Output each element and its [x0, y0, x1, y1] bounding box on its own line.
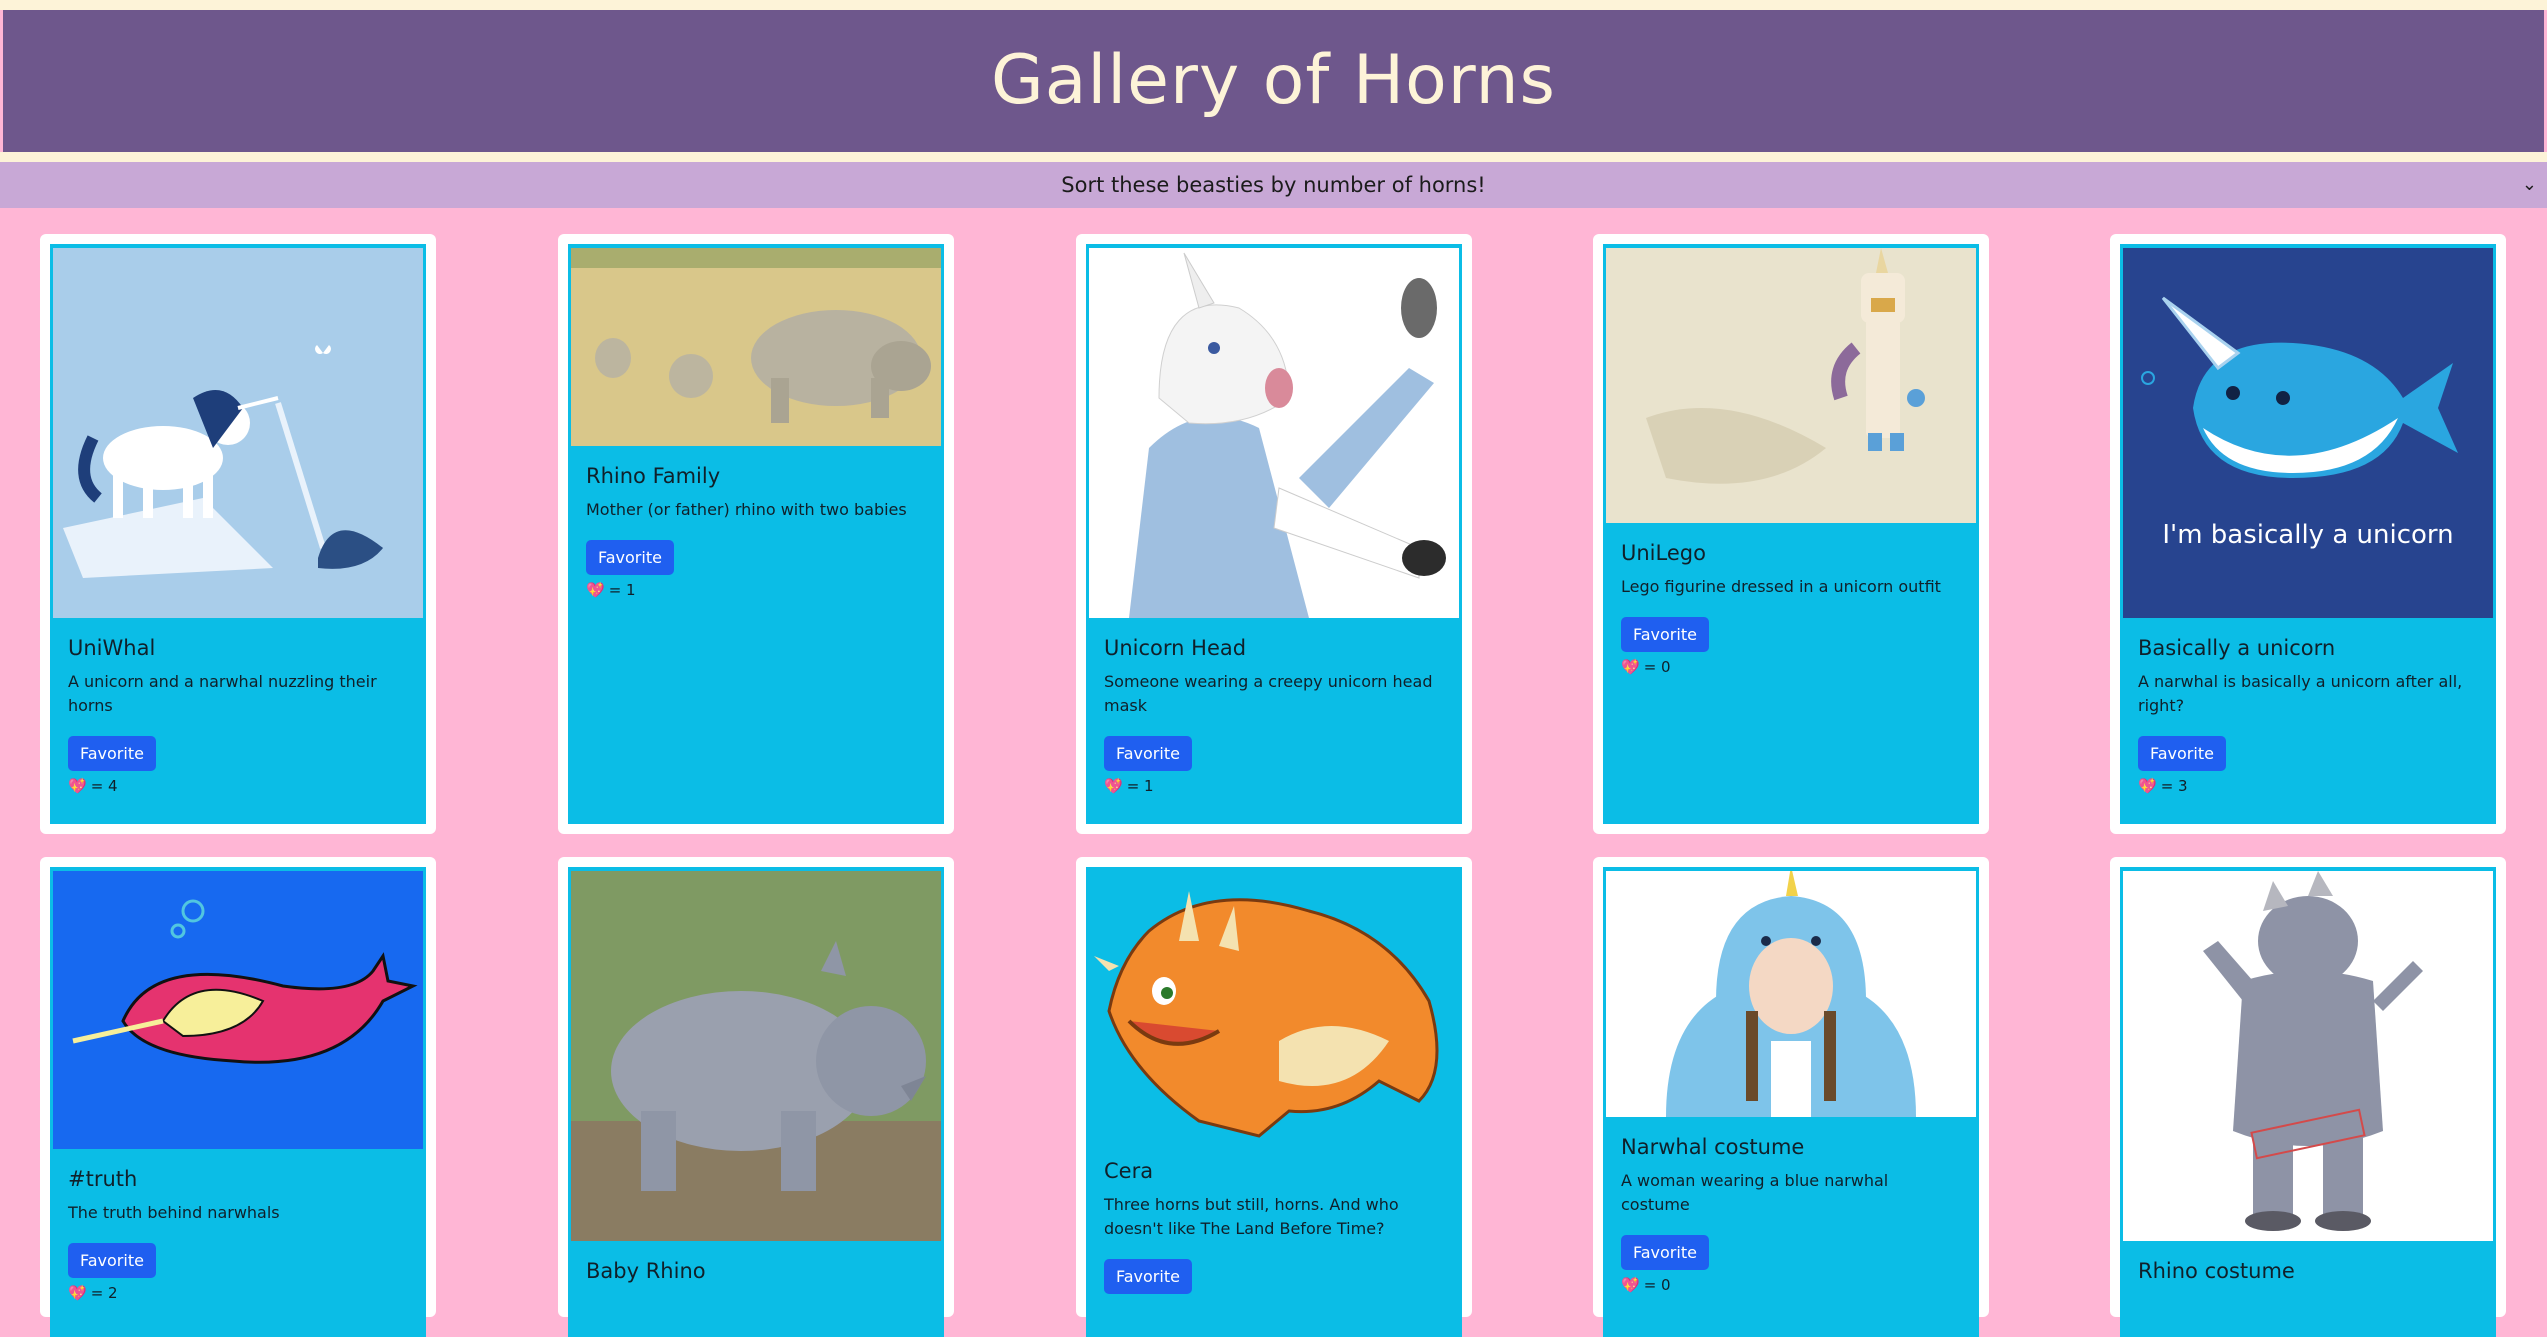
card-title: UniLego: [1621, 541, 1706, 565]
image-caption: I'm basically a unicorn: [2162, 520, 2453, 550]
heart-icon: 💖: [1621, 658, 1640, 676]
card-title: Rhino Family: [586, 464, 721, 488]
header-divider: [0, 152, 2547, 162]
favorite-button[interactable]: Favorite: [68, 1243, 156, 1278]
page-title: Gallery of Horns: [991, 41, 1556, 120]
heart-icon: 💖: [68, 1284, 87, 1302]
card-image: [53, 871, 423, 1149]
card-title: Rhino costume: [2138, 1259, 2295, 1283]
card-unicorn-head: Unicorn Head Someone wearing a creepy un…: [1076, 234, 1472, 834]
card-title: Narwhal costume: [1621, 1135, 1805, 1159]
page-header: Gallery of Horns: [3, 10, 2544, 152]
card-image: [1606, 248, 1976, 523]
card-description: Mother (or father) rhino with two babies: [586, 500, 907, 519]
favorite-button[interactable]: Favorite: [68, 736, 156, 771]
card-title: UniWhal: [68, 636, 156, 660]
chevron-down-icon: ⌄: [2521, 174, 2537, 195]
card-image: [53, 248, 423, 618]
favorite-button[interactable]: Favorite: [1621, 617, 1709, 652]
card-title: Cera: [1104, 1159, 1154, 1183]
card-image: [1089, 248, 1459, 618]
card-image: I'm basically a unicorn: [2123, 248, 2493, 618]
card-basically-a-unicorn: I'm basically a unicorn Basically a unic…: [2110, 234, 2506, 834]
heart-icon: 💖: [586, 581, 605, 599]
likes-count: 💖 = 4: [68, 777, 118, 795]
likes-count: 💖 = 1: [1104, 777, 1154, 795]
sort-select[interactable]: Sort these beasties by number of horns! …: [0, 162, 2547, 208]
likes-count: 💖 = 0: [1621, 1276, 1671, 1294]
card-description: Someone wearing a creepy unicorn head ma…: [1104, 672, 1433, 715]
card-description: Three horns but still, horns. And who do…: [1104, 1195, 1399, 1238]
card-description: A unicorn and a narwhal nuzzling their h…: [68, 672, 377, 715]
card-description: Lego figurine dressed in a unicorn outfi…: [1621, 577, 1941, 596]
likes-count: 💖 = 3: [2138, 777, 2188, 795]
card-title: Basically a unicorn: [2138, 636, 2336, 660]
card-description: A narwhal is basically a unicorn after a…: [2138, 672, 2463, 715]
card-narwhal-costume: Narwhal costume A woman wearing a blue n…: [1593, 857, 1989, 1337]
favorite-button[interactable]: Favorite: [2138, 736, 2226, 771]
card-description: The truth behind narwhals: [68, 1203, 280, 1222]
likes-count: 💖 = 2: [68, 1284, 118, 1302]
heart-icon: 💖: [1621, 1276, 1640, 1294]
card-image: [2123, 871, 2493, 1241]
heart-icon: 💖: [1104, 777, 1123, 795]
card-truth: #truth The truth behind narwhals Favorit…: [40, 857, 436, 1337]
card-rhino-costume: Rhino costume: [2110, 857, 2506, 1337]
favorite-button[interactable]: Favorite: [1104, 1259, 1192, 1294]
sort-select-label: Sort these beasties by number of horns!: [1061, 173, 1486, 197]
card-baby-rhino: Baby Rhino: [558, 857, 954, 1337]
favorite-button[interactable]: Favorite: [1621, 1235, 1709, 1270]
card-image: [1089, 871, 1459, 1141]
card-uniwhal: UniWhal A unicorn and a narwhal nuzzling…: [40, 234, 436, 834]
likes-count: 💖 = 1: [586, 581, 636, 599]
top-strip: [0, 0, 2547, 10]
card-title: Baby Rhino: [586, 1259, 706, 1283]
card-image: [1606, 871, 1976, 1117]
card-image: [571, 248, 941, 446]
favorite-button[interactable]: Favorite: [1104, 736, 1192, 771]
card-description: A woman wearing a blue narwhal costume: [1621, 1171, 1889, 1214]
card-title: Unicorn Head: [1104, 636, 1247, 660]
heart-icon: 💖: [2138, 777, 2157, 795]
favorite-button[interactable]: Favorite: [586, 540, 674, 575]
likes-count: 💖 = 0: [1621, 658, 1671, 676]
card-title: #truth: [68, 1167, 138, 1191]
card-image: [571, 871, 941, 1241]
card-rhino-family: Rhino Family Mother (or father) rhino wi…: [558, 234, 954, 834]
heart-icon: 💖: [68, 777, 87, 795]
card-cera: Cera Three horns but still, horns. And w…: [1076, 857, 1472, 1337]
card-unilego: UniLego Lego figurine dressed in a unico…: [1593, 234, 1989, 834]
